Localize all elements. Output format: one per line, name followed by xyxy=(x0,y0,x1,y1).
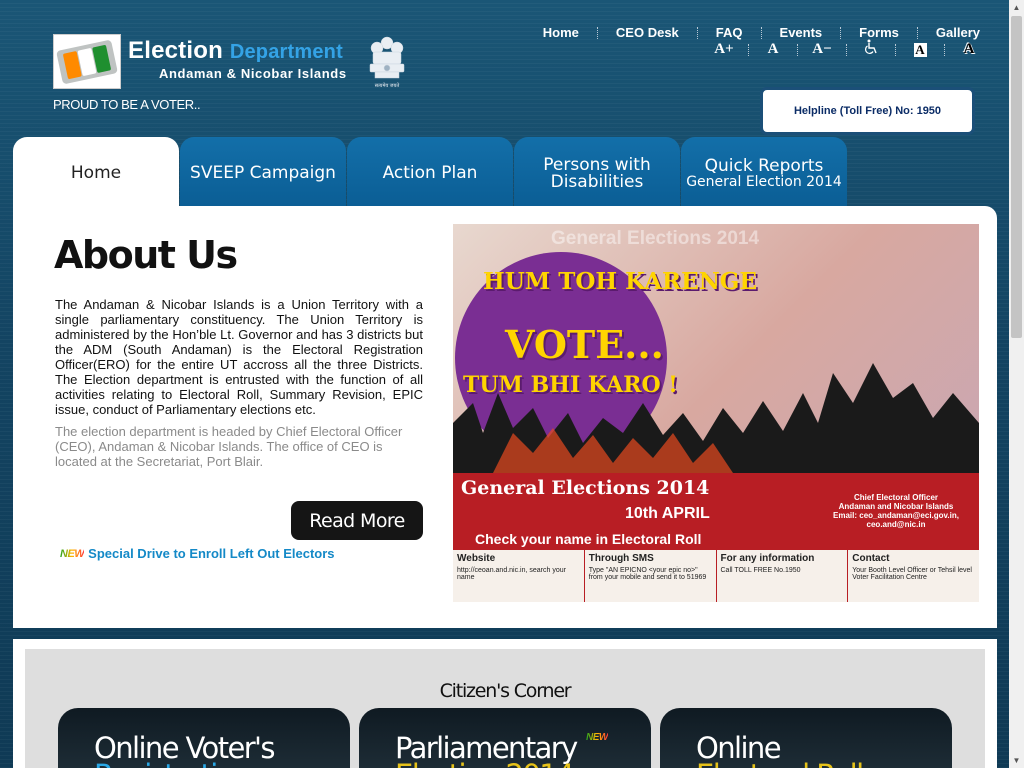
tagline: PROUD TO BE A VOTER.. xyxy=(53,97,201,112)
evm-logo-icon xyxy=(56,39,118,84)
contrast-light-label: A xyxy=(913,41,927,57)
site-subtitle: Andaman & Nicobar Islands xyxy=(159,66,347,81)
accessibility-controls: A+ A A− A A xyxy=(706,39,987,60)
card-line2: Registration xyxy=(94,758,251,768)
crowd-silhouette-icon xyxy=(453,363,979,473)
top-navigation: Home CEO Desk FAQ Events Forms Gallery xyxy=(525,25,980,40)
banner-ceo-email: Email: ceo_andaman@eci.gov.in, ceo.and@n… xyxy=(833,511,959,529)
about-title: About Us xyxy=(54,233,238,277)
contrast-light-button[interactable]: A xyxy=(902,41,938,57)
tab-home[interactable]: Home xyxy=(13,137,179,206)
about-paragraph-2: The election department is headed by Chi… xyxy=(55,424,403,469)
site-title-dept: Department xyxy=(229,41,343,63)
banner-info-helpline: For any information Call TOLL FREE No.19… xyxy=(717,550,849,602)
card-line2: Election 2014 xyxy=(395,758,575,768)
election-banner[interactable]: General Elections 2014 HUM TOH KARENGE V… xyxy=(453,224,979,602)
banner-ceo-info: Chief Electoral Officer Andaman and Nico… xyxy=(821,493,971,529)
topnav-gallery[interactable]: Gallery xyxy=(918,25,980,40)
banner-red-strip: General Elections 2014 10th APRIL Chief … xyxy=(453,473,979,550)
svg-text:सत्यमेव जयते: सत्यमेव जयते xyxy=(375,82,400,89)
banner-info-head: Through SMS xyxy=(588,553,654,564)
tab-quick-reports[interactable]: Quick Reports General Election 2014 xyxy=(681,137,847,206)
citizens-corner-panel: Citizen's Corner Online Voter's Registra… xyxy=(25,649,985,768)
banner-info-body: http://ceoan.and.nic.in, search your nam… xyxy=(457,567,566,581)
banner-info-head: For any information xyxy=(720,553,815,564)
banner-info-row: Website http://ceoan.and.nic.in, search … xyxy=(453,550,979,602)
scrollbar-thumb[interactable] xyxy=(1011,16,1022,338)
citizens-corner-section: Citizen's Corner Online Voter's Registra… xyxy=(13,639,997,768)
scroll-up-arrow-icon[interactable]: ▲ xyxy=(1009,0,1024,15)
contrast-dark-label: A xyxy=(963,41,975,57)
tab-sveep-label: SVEEP Campaign xyxy=(190,163,336,183)
main-tabs: Home SVEEP Campaign Action Plan Persons … xyxy=(13,137,848,206)
banner-heading: General Elections 2014 xyxy=(461,477,710,499)
helpline-box: Helpline (Toll Free) No: 1950 xyxy=(760,87,975,135)
special-drive-link[interactable]: Special Drive to Enroll Left Out Elector… xyxy=(88,546,334,561)
national-emblem-icon: सत्यमेव जयते xyxy=(369,36,405,89)
tab-quick-reports-label: Quick Reports xyxy=(704,155,824,176)
banner-info-body: Your Booth Level Officer or Tehsil level… xyxy=(852,567,972,581)
banner-check-text: Check your name in Electoral Roll xyxy=(475,531,702,547)
card-line2: Electoral Roll xyxy=(696,758,864,768)
card-online-electoral-roll[interactable]: Online Electoral Roll xyxy=(660,708,952,768)
accessibility-separator xyxy=(944,43,945,56)
banner-top-area: General Elections 2014 HUM TOH KARENGE V… xyxy=(453,224,979,473)
tab-quick-reports-sub: General Election 2014 xyxy=(686,173,842,190)
tab-home-label: Home xyxy=(70,163,122,183)
accessibility-separator xyxy=(797,43,798,56)
accessibility-separator xyxy=(895,43,896,56)
tab-persons-with-disabilities[interactable]: Persons with Disabilities xyxy=(514,137,680,206)
site-title-main: Election xyxy=(128,37,223,64)
banner-ceo-line1: Chief Electoral Officer xyxy=(853,493,939,502)
wheelchair-glyph-icon xyxy=(865,39,877,54)
about-paragraph-1: The Andaman & Nicobar Islands is a Union… xyxy=(55,297,423,417)
banner-slogan-2: VOTE... xyxy=(505,322,664,367)
topnav-faq[interactable]: FAQ xyxy=(698,25,761,40)
contrast-dark-button[interactable]: A xyxy=(951,41,987,58)
tab-sveep-campaign[interactable]: SVEEP Campaign xyxy=(180,137,346,206)
tab-action-plan[interactable]: Action Plan xyxy=(347,137,513,206)
new-badge-icon: NEW xyxy=(586,732,608,743)
new-badge-icon: NEW xyxy=(60,547,85,560)
topnav-events[interactable]: Events xyxy=(762,25,841,40)
topnav-ceo-desk[interactable]: CEO Desk xyxy=(598,25,697,40)
accessibility-separator xyxy=(748,43,749,56)
banner-info-body: Type "AN EPICNO <your epic no>" from you… xyxy=(588,567,707,581)
card-parliamentary-election-2014[interactable]: Parliamentary NEW Election 2014 xyxy=(359,708,651,768)
site-title: Election Department xyxy=(128,37,343,65)
topnav-forms[interactable]: Forms xyxy=(841,25,917,40)
banner-top-title: General Elections 2014 xyxy=(551,228,760,249)
wheelchair-icon[interactable] xyxy=(853,39,889,60)
scroll-down-arrow-icon[interactable]: ▼ xyxy=(1009,753,1024,768)
font-increase-button[interactable]: A+ xyxy=(706,41,742,58)
banner-slogan-1: HUM TOH KARENGE xyxy=(483,268,757,295)
special-drive-link-row: NEW Special Drive to Enroll Left Out Ele… xyxy=(60,546,335,561)
banner-info-contact: Contact Your Booth Level Officer or Tehs… xyxy=(848,550,979,602)
banner-info-body: Call TOLL FREE No.1950 xyxy=(720,567,801,574)
site-logo[interactable] xyxy=(53,34,121,89)
vertical-scrollbar[interactable]: ▲ ▼ xyxy=(1009,0,1024,768)
tab-pwd-label: Persons with Disabilities xyxy=(543,154,651,192)
citizens-corner-title: Citizen's Corner xyxy=(439,680,572,702)
banner-info-head: Contact xyxy=(852,553,890,564)
accessibility-separator xyxy=(846,43,847,56)
tab-action-plan-label: Action Plan xyxy=(382,163,478,183)
banner-info-website: Website http://ceoan.and.nic.in, search … xyxy=(453,550,585,602)
read-more-button[interactable]: Read More xyxy=(291,501,423,540)
banner-ceo-line2: Andaman and Nicobar Islands xyxy=(838,502,954,511)
topnav-home[interactable]: Home xyxy=(525,25,597,40)
font-normal-button[interactable]: A xyxy=(755,41,791,58)
banner-date: 10th APRIL xyxy=(625,505,710,522)
font-decrease-button[interactable]: A− xyxy=(804,41,840,58)
banner-info-sms: Through SMS Type "AN EPICNO <your epic n… xyxy=(585,550,717,602)
main-panel: About Us The Andaman & Nicobar Islands i… xyxy=(13,206,997,628)
card-online-voter-registration[interactable]: Online Voter's Registration xyxy=(58,708,350,768)
banner-info-head: Website xyxy=(457,553,496,564)
